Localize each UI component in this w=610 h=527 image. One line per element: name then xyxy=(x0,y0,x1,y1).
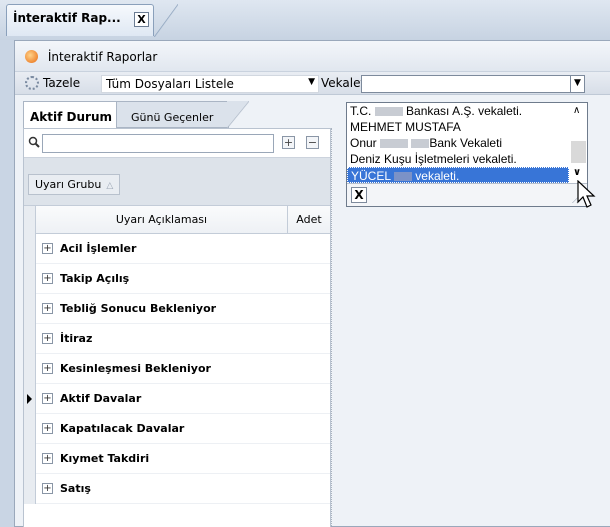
table-row[interactable]: + İtiraz xyxy=(24,324,330,354)
row-indicator xyxy=(24,264,36,294)
document-tab-strip: İnteraktif Rap... X xyxy=(0,0,610,40)
redacted-text xyxy=(411,139,430,148)
row-indicator xyxy=(24,474,36,504)
expand-icon[interactable]: + xyxy=(42,453,53,464)
report-icon xyxy=(25,50,38,63)
vekalet-option[interactable]: T.C. Bankası A.Ş. vekaleti. xyxy=(347,103,569,119)
expand-all-button[interactable]: + xyxy=(282,136,295,149)
scrollbar-thumb[interactable] xyxy=(571,141,586,163)
row-indicator xyxy=(24,354,36,384)
vekalet-label: Vekalet xyxy=(321,76,366,90)
row-indicator xyxy=(24,444,36,474)
tab-gunu-gecenler[interactable]: Günü Geçenler xyxy=(117,101,229,128)
vekalet-option-list: T.C. Bankası A.Ş. vekaleti. MEHMET MUSTA… xyxy=(347,103,587,183)
chevron-down-icon[interactable]: ▼ xyxy=(570,76,584,92)
refresh-icon xyxy=(25,76,39,90)
table-row[interactable]: + Satış xyxy=(24,474,330,504)
refresh-label: Tazele xyxy=(43,76,81,90)
expand-icon[interactable]: + xyxy=(42,273,53,284)
row-indicator-header xyxy=(24,206,36,234)
sort-up-icon: △ xyxy=(106,181,114,191)
redacted-text xyxy=(374,107,403,116)
tab-divider xyxy=(154,4,178,37)
expand-icon[interactable]: + xyxy=(42,363,53,374)
expand-icon[interactable]: + xyxy=(42,303,53,314)
current-row-caret-icon xyxy=(27,394,32,404)
dropdown-footer: X xyxy=(347,183,587,206)
table-row[interactable]: + Kapatılacak Davalar xyxy=(24,414,330,444)
expand-icon[interactable]: + xyxy=(42,243,53,254)
refresh-button[interactable]: Tazele xyxy=(23,74,82,93)
grid-rows: + Acil İşlemler + Takip Açılış + Tebliğ … xyxy=(24,234,330,504)
row-indicator xyxy=(24,384,36,414)
grid-header: Uyarı Açıklaması Adet xyxy=(24,206,330,234)
table-row[interactable]: + Takip Açılış xyxy=(24,264,330,294)
redacted-text xyxy=(393,172,412,181)
tab-aktif-durum[interactable]: Aktif Durum xyxy=(23,101,117,129)
vekalet-combobox[interactable]: ▼ xyxy=(361,75,585,93)
vekalet-dropdown: T.C. Bankası A.Ş. vekaleti. MEHMET MUSTA… xyxy=(346,102,588,207)
clear-icon[interactable]: X xyxy=(351,187,367,203)
search-input[interactable] xyxy=(42,134,274,153)
expand-icon[interactable]: + xyxy=(42,423,53,434)
expand-icon[interactable]: + xyxy=(42,393,53,404)
row-label: Takip Açılış xyxy=(60,272,130,285)
vekalet-option[interactable]: Deniz Kuşu İşletmeleri vekaleti. xyxy=(347,151,569,167)
group-chip-label: Uyarı Grubu xyxy=(35,178,102,191)
scrollbar[interactable]: ∧ ∨ xyxy=(570,103,587,183)
mouse-cursor-icon xyxy=(577,180,596,208)
vekalet-option-selected[interactable]: YÜCEL vekaleti. xyxy=(347,167,569,183)
row-label: Acil İşlemler xyxy=(60,242,137,255)
table-row[interactable]: + Kesinleşmesi Bekleniyor xyxy=(24,354,330,384)
table-row[interactable]: + Tebliğ Sonucu Bekleniyor xyxy=(24,294,330,324)
row-label: Satış xyxy=(60,482,91,495)
vekalet-option[interactable]: Onur Bank Vekaleti xyxy=(347,135,569,151)
row-label: Tebliğ Sonucu Bekleniyor xyxy=(60,302,217,315)
toolbar: Tazele Tüm Dosyaları Listele ▼ Vekalet ▼ xyxy=(15,72,610,95)
expand-icon[interactable]: + xyxy=(42,333,53,344)
row-indicator xyxy=(24,324,36,354)
row-indicator xyxy=(24,234,36,264)
row-indicator xyxy=(24,294,36,324)
window-title-bar: İnteraktif Raporlar xyxy=(15,41,610,72)
chevron-down-icon[interactable]: ∨ xyxy=(573,167,581,178)
column-header-description[interactable]: Uyarı Açıklaması xyxy=(36,206,288,234)
tab-divider xyxy=(227,101,249,128)
column-header-count[interactable]: Adet xyxy=(288,206,330,234)
row-label: Kıymet Takdiri xyxy=(60,452,150,465)
table-row[interactable]: + Aktif Davalar xyxy=(24,384,330,414)
row-label: İtiraz xyxy=(60,332,93,345)
vekalet-option[interactable]: MEHMET MUSTAFA xyxy=(347,119,569,135)
splitter[interactable] xyxy=(331,128,337,527)
window-title: İnteraktif Raporlar xyxy=(47,50,158,64)
doc-tab-label: İnteraktif Rap... xyxy=(13,11,121,25)
redacted-text xyxy=(380,139,409,148)
doc-tab-interaktif-raporlar[interactable]: İnteraktif Rap... X xyxy=(6,4,154,36)
chevron-down-icon: ▼ xyxy=(308,77,315,87)
expand-icon[interactable]: + xyxy=(42,483,53,494)
row-indicator xyxy=(24,414,36,444)
search-icon xyxy=(28,136,40,148)
table-row[interactable]: + Acil İşlemler xyxy=(24,234,330,264)
file-filter-select[interactable]: Tüm Dosyaları Listele ▼ xyxy=(101,75,319,93)
alerts-pane: + − Uyarı Grubu △ Uyarı Açıklaması Adet +… xyxy=(23,128,331,527)
search-row: + − xyxy=(24,129,330,158)
row-label: Kapatılacak Davalar xyxy=(60,422,185,435)
group-chip-uyari-grubu[interactable]: Uyarı Grubu △ xyxy=(28,174,121,195)
group-by-area: Uyarı Grubu △ xyxy=(24,158,330,206)
file-filter-value: Tüm Dosyaları Listele xyxy=(106,77,234,91)
row-label: Kesinleşmesi Bekleniyor xyxy=(60,362,211,375)
chevron-up-icon[interactable]: ∧ xyxy=(573,105,580,116)
row-label: Aktif Davalar xyxy=(60,392,142,405)
collapse-all-button[interactable]: − xyxy=(306,136,319,149)
close-icon[interactable]: X xyxy=(134,12,149,27)
table-row[interactable]: + Kıymet Takdiri xyxy=(24,444,330,474)
